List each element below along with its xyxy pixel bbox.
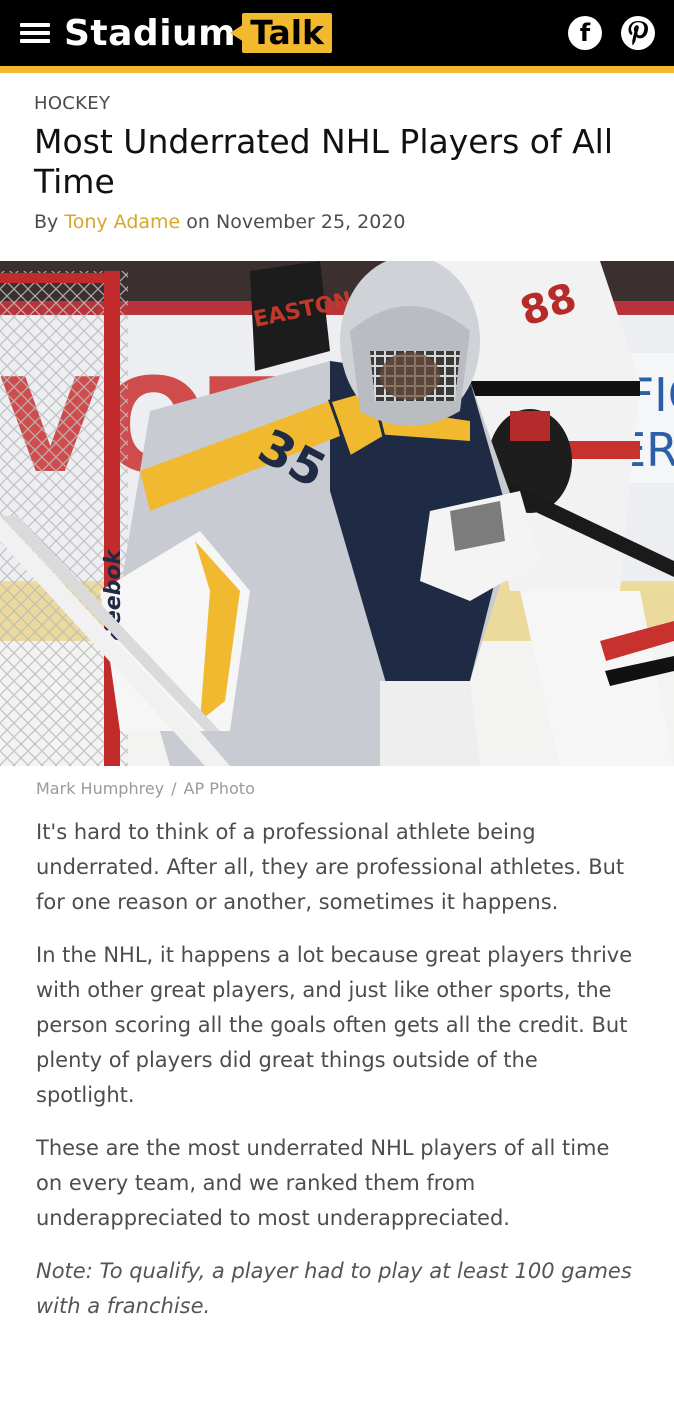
credit-photographer: Mark Humphrey	[36, 779, 165, 798]
header-accent-stripe	[0, 66, 674, 73]
qualification-note: Note: To qualify, a player had to play a…	[36, 1259, 632, 1318]
article-title: Most Underrated NHL Players of All Time	[34, 122, 614, 201]
byline: By Tony Adame on November 25, 2020	[34, 211, 406, 233]
byline-prefix: By	[34, 211, 59, 233]
facebook-glyph: f	[579, 19, 591, 47]
author-link[interactable]: Tony Adame	[64, 211, 180, 233]
photo-credit: Mark Humphrey / AP Photo	[36, 779, 255, 798]
hero-image: Y FIGH CER VOTA 88 EASTON	[0, 261, 674, 766]
facebook-icon[interactable]: f	[568, 16, 602, 50]
paragraph: These are the most underrated NHL player…	[36, 1136, 610, 1230]
logo-speech-tail	[230, 24, 245, 42]
date-prefix: on	[186, 211, 210, 233]
category-label[interactable]: HOCKEY	[34, 93, 110, 114]
site-header: Stadium Talk f	[0, 0, 674, 66]
publish-date: November 25, 2020	[216, 211, 406, 233]
goalie-photo: Y FIGH CER VOTA 88 EASTON	[0, 261, 674, 766]
pinterest-icon[interactable]	[621, 16, 655, 50]
hamburger-menu-icon[interactable]	[20, 20, 50, 46]
logo-talk-badge: Talk	[230, 13, 332, 53]
paragraph: In the NHL, it happens a lot because gre…	[36, 943, 633, 1107]
logo-stadium-text: Stadium	[64, 12, 237, 54]
credit-agency: AP Photo	[183, 779, 255, 798]
credit-separator: /	[171, 779, 177, 798]
article-body: It's hard to think of a professional ath…	[36, 815, 640, 1342]
logo-talk-text: Talk	[242, 13, 332, 53]
paragraph: It's hard to think of a professional ath…	[36, 820, 625, 914]
site-logo[interactable]: Stadium Talk	[64, 8, 332, 58]
pinterest-glyph	[628, 21, 648, 46]
